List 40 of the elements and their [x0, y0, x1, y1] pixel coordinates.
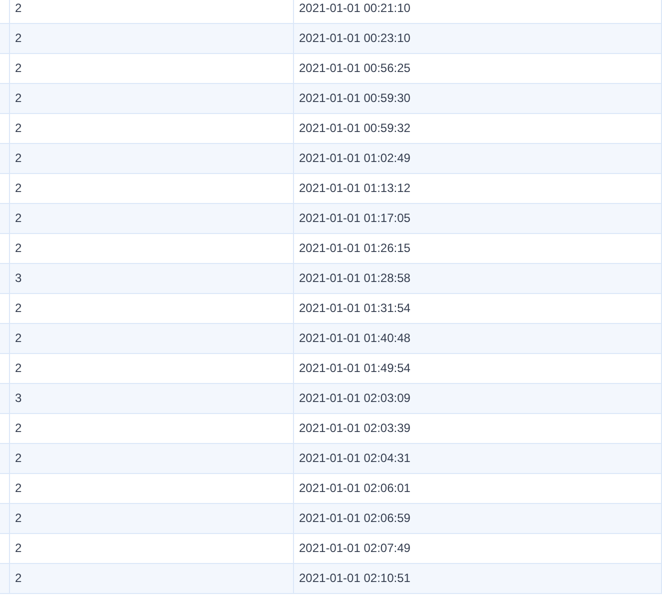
table-cell: 2 — [10, 414, 294, 443]
table-cell: 2 — [10, 504, 294, 533]
table-cell: 2 — [10, 54, 294, 83]
table-cell-text: 2021-01-01 02:03:09 — [298, 390, 412, 407]
table-cell: 3 — [10, 384, 294, 413]
table-cell-text: 2021-01-01 00:23:10 — [298, 30, 412, 47]
table-cell: 2 — [10, 24, 294, 53]
table-cell: 2 — [10, 324, 294, 353]
table-cell: 2 — [10, 234, 294, 263]
table-cell: 2 — [10, 84, 294, 113]
table-cell-text: 2021-01-01 02:10:51 — [298, 570, 412, 587]
table-cell: 2 — [10, 144, 294, 173]
table-cell-text: 2021-01-01 00:21:10 — [298, 0, 412, 17]
table-cell: 2 — [10, 354, 294, 383]
table-cell-text: 2021-01-01 02:04:31 — [298, 450, 412, 467]
table-cell: 2 — [10, 564, 294, 593]
table-cell-text: 2021-01-01 02:06:01 — [298, 480, 412, 497]
table-cell: 2 — [10, 0, 294, 23]
table-cell: 2 — [10, 534, 294, 563]
table-cell-text: 2021-01-01 02:03:39 — [298, 420, 412, 437]
table-cell-text: 2021-01-01 01:02:49 — [298, 150, 412, 167]
table-cell-text: 2021-01-01 01:49:54 — [298, 360, 412, 377]
table-cell-text: 2021-01-01 02:07:49 — [298, 540, 412, 557]
table-cell-text: 2021-01-01 01:13:12 — [298, 180, 412, 197]
table-cell: 2 — [10, 444, 294, 473]
table-cell-text: 2021-01-01 01:26:15 — [298, 240, 412, 257]
table-cell: 3 — [10, 264, 294, 293]
table-cell-text: 2021-01-01 00:56:25 — [298, 60, 412, 77]
table-cell-text: 2021-01-01 02:06:59 — [298, 510, 412, 527]
table-cell: 2 — [10, 174, 294, 203]
table-cell-text: 2021-01-01 00:59:32 — [298, 120, 412, 137]
table-cell: 2 — [10, 204, 294, 233]
table-cell: 2 — [10, 114, 294, 143]
table-cell-text: 2021-01-01 01:31:54 — [298, 300, 412, 317]
table-cell-text: 2021-01-01 00:59:30 — [298, 90, 412, 107]
table-cell: 2 — [10, 294, 294, 323]
table-cell-text: 2021-01-01 01:17:05 — [298, 210, 412, 227]
table-cell: 2 — [10, 474, 294, 503]
table-cell-text: 2021-01-01 01:40:48 — [298, 330, 412, 347]
table-cell-text: 2021-01-01 01:28:58 — [298, 270, 412, 287]
